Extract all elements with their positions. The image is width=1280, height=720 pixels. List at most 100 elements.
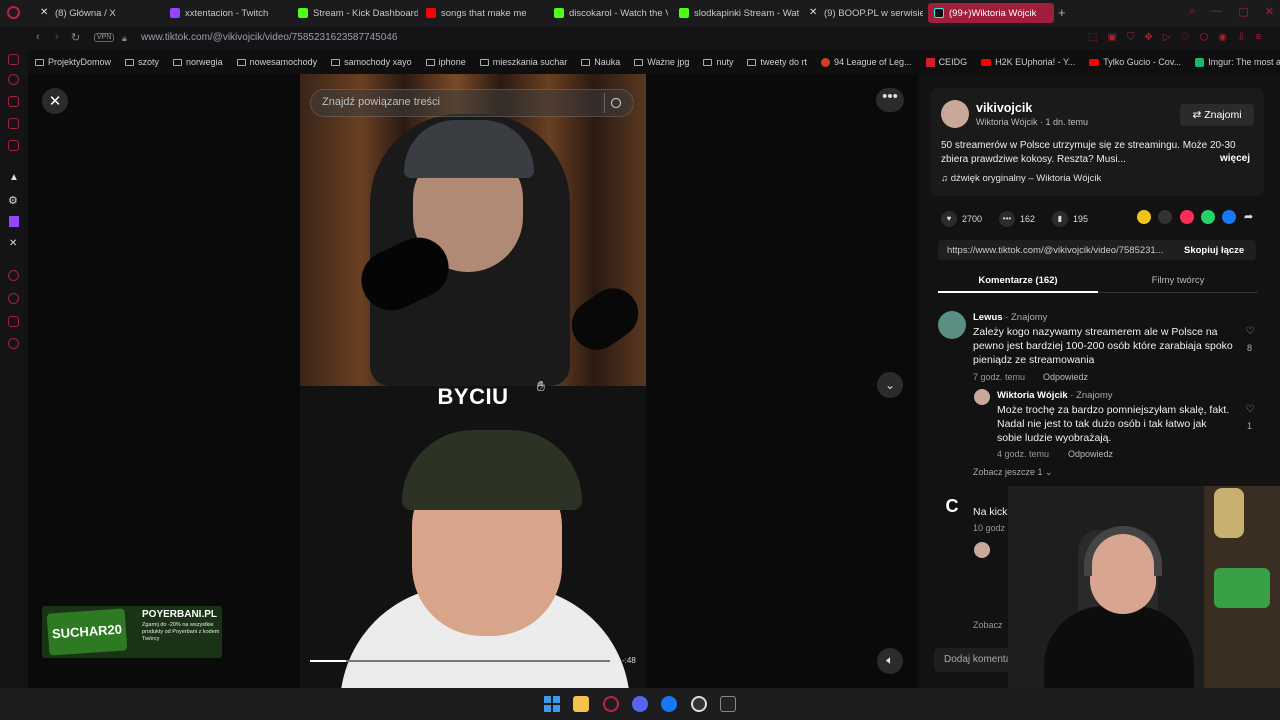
- comment-like-icon[interactable]: ♡: [1243, 326, 1257, 337]
- bookmark-folder[interactable]: Nauka: [574, 52, 627, 72]
- comment-author[interactable]: Lewus · Znajomy: [973, 312, 1047, 323]
- bookmark-folder[interactable]: ProjektyDomow: [28, 52, 118, 72]
- tab-tiktok-active[interactable]: (99+)Wiktoria Wójcik: [928, 3, 1054, 23]
- comment-button[interactable]: ••• 162: [999, 211, 1035, 227]
- bookmark-folder[interactable]: tweety do rt: [740, 52, 814, 72]
- friends-button[interactable]: ⇄ Znajomi: [1180, 104, 1254, 126]
- save-button[interactable]: ▮ 195: [1052, 211, 1088, 227]
- copy-link-button[interactable]: Skopiuj łącze: [1184, 245, 1244, 256]
- bookmark-folder[interactable]: nuty: [696, 52, 740, 72]
- reply-button[interactable]: Odpowiedz: [1043, 372, 1088, 382]
- tab-x-home[interactable]: ✕ (8) Główna / X: [34, 3, 160, 23]
- bookmark-folder[interactable]: nowesamochody: [230, 52, 325, 72]
- bookmark-link[interactable]: Tylko Gucio - Cov...: [1082, 52, 1188, 72]
- video-link[interactable]: https://www.tiktok.com/@vikivojcik/video…: [947, 245, 1173, 256]
- sidebar-openai-icon[interactable]: ⚙: [8, 194, 18, 207]
- minimize-button[interactable]: —: [1211, 5, 1222, 18]
- screenshot-icon[interactable]: ▣: [1107, 32, 1116, 43]
- share-arrow-icon[interactable]: ➦: [1244, 210, 1253, 223]
- heart-icon[interactable]: ♡: [1181, 32, 1190, 43]
- embed-icon[interactable]: [1158, 210, 1172, 224]
- back-icon[interactable]: ‹: [36, 31, 40, 43]
- author-avatar[interactable]: [941, 100, 969, 128]
- view-more-replies[interactable]: Zobacz: [973, 620, 1003, 630]
- bookmark-folder[interactable]: mieszkania suchar: [473, 52, 575, 72]
- tab-creator-videos[interactable]: Filmy twórcy: [1098, 275, 1258, 286]
- share-friends-icon[interactable]: [1137, 210, 1151, 224]
- tab-kick-slodkapinki[interactable]: slodkapinki Stream - Wat: [673, 3, 799, 23]
- windows-start-icon[interactable]: [544, 696, 560, 712]
- sidebar-app-icon[interactable]: [8, 74, 19, 85]
- shield-icon[interactable]: ⛉: [1127, 32, 1135, 43]
- comment-author[interactable]: Wiktoria Wójcik · Znajomy: [997, 390, 1113, 401]
- show-more-link[interactable]: więcej: [1220, 153, 1250, 164]
- opera-browser-icon[interactable]: [603, 696, 619, 712]
- puzzle-icon[interactable]: ⬡: [1199, 32, 1208, 43]
- search-button[interactable]: [604, 93, 626, 113]
- reply-button[interactable]: Odpowiedz: [1068, 449, 1113, 459]
- bookmark-folder[interactable]: iphone: [419, 52, 473, 72]
- tab-x-boop[interactable]: ✕ (9) BOOP.PL w serwisie: [803, 3, 923, 23]
- terminal-icon[interactable]: [720, 696, 736, 712]
- bookmark-folder[interactable]: szoty: [118, 52, 166, 72]
- profile-icon[interactable]: ◉: [1218, 32, 1227, 43]
- tab-twitch[interactable]: xxtentacion - Twitch: [164, 3, 290, 23]
- close-video-button[interactable]: ✕: [42, 88, 68, 114]
- menu-icon[interactable]: ≡: [1255, 32, 1261, 43]
- file-explorer-icon[interactable]: [573, 696, 589, 712]
- play-icon[interactable]: ▷: [1163, 32, 1171, 43]
- vpn-badge[interactable]: VPN: [94, 33, 115, 42]
- bookmark-link[interactable]: H2K EUphoria! - Y...: [974, 52, 1082, 72]
- bookmark-folder[interactable]: Ważne jpg: [627, 52, 696, 72]
- bookmark-folder[interactable]: norwegia: [166, 52, 230, 72]
- commenter-avatar[interactable]: [974, 542, 990, 558]
- download-icon[interactable]: ⇩: [1237, 32, 1245, 43]
- commenter-avatar[interactable]: C: [938, 492, 966, 520]
- sidebar-app-icon[interactable]: [8, 54, 19, 65]
- view-more-replies[interactable]: Zobacz jeszcze 1 ⌄: [973, 467, 1053, 478]
- search-tabs-icon[interactable]: ⌕: [1189, 5, 1195, 18]
- obs-icon[interactable]: [691, 696, 707, 712]
- next-video-button[interactable]: ⌄: [877, 372, 903, 398]
- sidebar-twitch-icon[interactable]: [9, 216, 19, 227]
- sidebar-arrow-icon[interactable]: ▲: [9, 172, 19, 183]
- related-search-placeholder[interactable]: Znajdź powiązane treści: [322, 96, 440, 108]
- site-info-icon[interactable]: 🔒︎: [122, 33, 127, 44]
- facebook-icon[interactable]: [661, 696, 677, 712]
- comment-like-icon[interactable]: ♡: [1243, 404, 1257, 415]
- bookmark-link[interactable]: 94 League of Leg...: [814, 52, 919, 72]
- tab-kick-discokarol[interactable]: discokarol - Watch the VC: [548, 3, 668, 23]
- tab-kick-dashboard[interactable]: Stream - Kick Dashboard: [292, 3, 418, 23]
- like-button[interactable]: ♥ 2700: [941, 211, 982, 227]
- facebook-icon[interactable]: [1222, 210, 1236, 224]
- add-comment-input[interactable]: Dodaj komenta: [934, 648, 1014, 672]
- reload-icon[interactable]: ↻: [71, 31, 80, 44]
- tab-youtube[interactable]: songs that make me: [420, 3, 546, 23]
- sidebar-app-icon[interactable]: [8, 293, 19, 304]
- discord-icon[interactable]: [632, 696, 648, 712]
- translate-icon[interactable]: ✥: [1144, 32, 1152, 43]
- sidebar-x-icon[interactable]: ✕: [9, 238, 17, 249]
- url-field[interactable]: www.tiktok.com/@vikivojcik/video/7585231…: [141, 32, 397, 43]
- new-tab-button[interactable]: +: [1058, 5, 1066, 20]
- bookmark-folder[interactable]: samochody xayo: [324, 52, 419, 72]
- sidebar-app-icon[interactable]: [8, 270, 19, 281]
- tab-comments[interactable]: Komentarze (162): [938, 275, 1098, 286]
- bookmark-link[interactable]: CEIDG: [919, 52, 975, 72]
- commenter-avatar[interactable]: [938, 311, 966, 339]
- sidebar-settings-icon[interactable]: [8, 338, 19, 349]
- sidebar-app-icon[interactable]: [8, 96, 19, 107]
- sidebar-app-icon[interactable]: [8, 118, 19, 129]
- close-window-button[interactable]: ✕: [1265, 5, 1274, 18]
- browser-logo-icon[interactable]: [7, 6, 20, 19]
- sidebar-app-icon[interactable]: [8, 316, 19, 327]
- sidebar-app-icon[interactable]: [8, 140, 19, 151]
- sound-link[interactable]: ♫ dźwięk oryginalny – Wiktoria Wójcik: [941, 173, 1101, 184]
- author-username[interactable]: vikivojcik: [976, 101, 1032, 115]
- bookmark-link[interactable]: Imgur: The most a...: [1188, 52, 1280, 72]
- video-player[interactable]: BYCIU -:48: [300, 74, 646, 688]
- commenter-avatar[interactable]: [974, 389, 990, 405]
- volume-button[interactable]: 🔈︎: [877, 648, 903, 674]
- maximize-button[interactable]: ▢: [1238, 5, 1248, 18]
- more-options-button[interactable]: •••: [876, 88, 904, 112]
